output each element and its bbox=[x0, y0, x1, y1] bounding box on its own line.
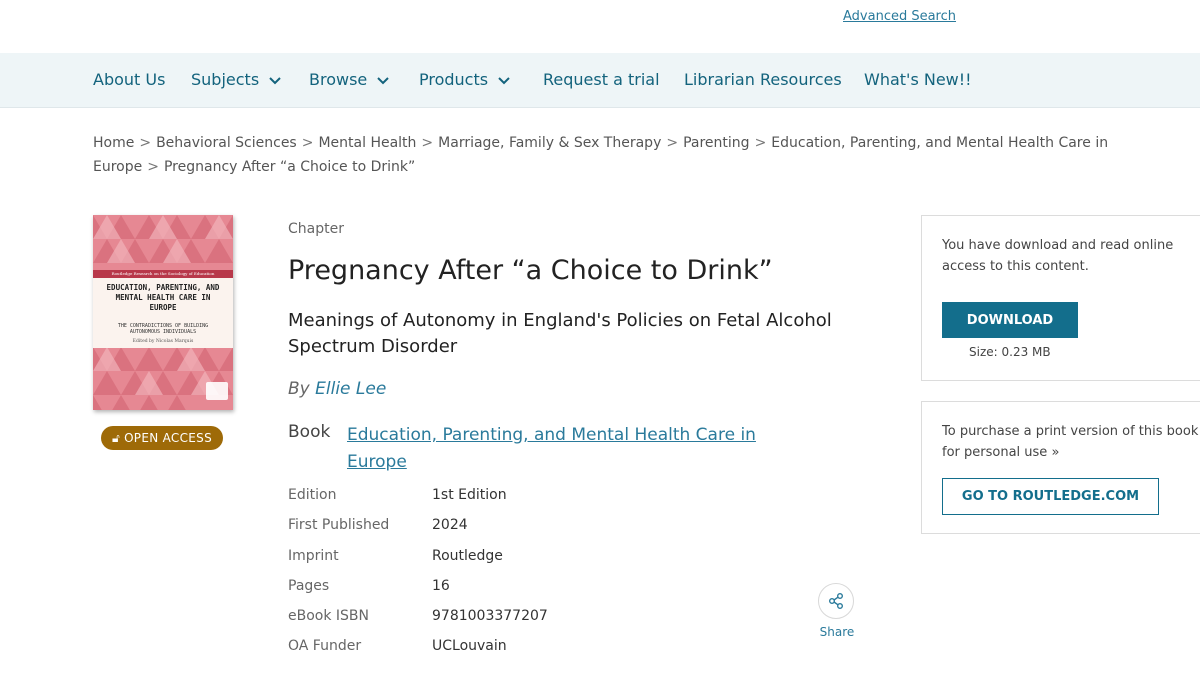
share-control: Share bbox=[818, 583, 856, 639]
metadata-row: Imprint Routledge bbox=[288, 548, 548, 578]
nav-whats-new[interactable]: What's New!! bbox=[864, 70, 972, 89]
by-prefix: By bbox=[288, 379, 310, 399]
metadata-key: OA Funder bbox=[288, 638, 362, 655]
metadata-row: First Published 2024 bbox=[288, 517, 548, 547]
metadata-row: eBook ISBN 9781003377207 bbox=[288, 608, 548, 638]
purchase-message: To purchase a print version of this book… bbox=[942, 421, 1200, 463]
metadata-row: Edition 1st Edition bbox=[288, 487, 548, 517]
metadata-value: 9781003377207 bbox=[432, 608, 548, 625]
main-nav: About Us Subjects Browse Products Reques… bbox=[0, 53, 1200, 108]
nav-label: What's New!! bbox=[864, 70, 972, 89]
nav-label: Librarian Resources bbox=[684, 70, 842, 89]
access-message: You have download and read online access… bbox=[942, 238, 1174, 274]
nav-label: Products bbox=[419, 70, 489, 89]
open-access-label: OPEN ACCESS bbox=[124, 431, 212, 445]
book-label: Book bbox=[288, 422, 331, 442]
metadata-key: Edition bbox=[288, 487, 337, 503]
metadata-key: First Published bbox=[288, 517, 390, 534]
share-icon bbox=[829, 593, 843, 609]
purchase-text: To purchase a print version of this book… bbox=[942, 424, 1199, 460]
byline: By Ellie Lee bbox=[288, 379, 386, 399]
book-title-link[interactable]: Education, Parenting, and Mental Health … bbox=[347, 422, 787, 476]
metadata-value: 16 bbox=[432, 577, 450, 594]
cover-subtitle: THE CONTRADICTIONS OF BUILDING AUTONOMOU… bbox=[117, 323, 209, 335]
metadata-value: Routledge bbox=[432, 547, 503, 564]
download-panel: You have download and read online access… bbox=[921, 215, 1200, 381]
metadata-table: Edition 1st Edition First Published 2024 I… bbox=[288, 487, 548, 669]
chevron-down-icon bbox=[269, 76, 281, 84]
double-chevron-right-icon[interactable]: » bbox=[1051, 445, 1059, 460]
breadcrumb-parenting[interactable]: Parenting bbox=[683, 135, 749, 151]
share-button[interactable] bbox=[818, 583, 854, 619]
cover-editor: Edited by Nicolas Marquis bbox=[132, 339, 194, 344]
nav-subjects[interactable]: Subjects bbox=[191, 70, 282, 89]
breadcrumb-current: Pregnancy After “a Choice to Drink” bbox=[163, 159, 416, 175]
open-lock-icon: 🔓︎ bbox=[111, 430, 121, 445]
nav-label: Browse bbox=[309, 70, 368, 89]
nav-librarian-resources[interactable]: Librarian Resources bbox=[684, 70, 842, 89]
breadcrumb-marriage-family[interactable]: Marriage, Family & Sex Therapy bbox=[438, 135, 661, 151]
breadcrumb-separator: > bbox=[147, 159, 159, 175]
metadata-row: Pages 16 bbox=[288, 578, 548, 608]
breadcrumb-behavioral-sciences[interactable]: Behavioral Sciences bbox=[156, 135, 297, 151]
metadata-value: 2024 bbox=[432, 517, 468, 534]
chevron-down-icon bbox=[498, 76, 510, 84]
download-button[interactable]: DOWNLOAD bbox=[942, 302, 1078, 338]
chevron-down-icon bbox=[377, 76, 389, 84]
metadata-value: 1st Edition bbox=[432, 487, 507, 503]
advanced-search-link[interactable]: Advanced Search bbox=[843, 9, 956, 24]
breadcrumb-mental-health[interactable]: Mental Health bbox=[318, 135, 416, 151]
nav-request-trial[interactable]: Request a trial bbox=[543, 70, 660, 89]
breadcrumb-separator: > bbox=[301, 135, 314, 151]
metadata-key: eBook ISBN bbox=[288, 608, 369, 625]
author-link[interactable]: Ellie Lee bbox=[315, 379, 386, 399]
cover-title: EDUCATION, PARENTING, AND MENTAL HEALTH … bbox=[106, 283, 220, 312]
breadcrumb-separator: > bbox=[666, 135, 679, 151]
breadcrumb-separator: > bbox=[421, 135, 434, 151]
go-to-routledge-button[interactable]: GO TO ROUTLEDGE.COM bbox=[942, 478, 1159, 515]
metadata-row: OA Funder UCLouvain bbox=[288, 638, 548, 668]
open-access-badge: 🔓︎ OPEN ACCESS bbox=[101, 426, 223, 450]
nav-about-us[interactable]: About Us bbox=[93, 70, 165, 89]
share-label: Share bbox=[819, 625, 855, 639]
nav-browse[interactable]: Browse bbox=[309, 70, 390, 89]
file-size: Size: 0.23 MB bbox=[969, 345, 1051, 359]
metadata-value: UCLouvain bbox=[432, 638, 507, 655]
breadcrumb: Home > Behavioral Sciences > Mental Health > M… bbox=[93, 131, 1200, 179]
nav-label: Request a trial bbox=[543, 70, 660, 89]
purchase-panel: To purchase a print version of this book… bbox=[921, 401, 1200, 534]
page-title: Pregnancy After “a Choice to Drink” bbox=[288, 255, 773, 286]
nav-products[interactable]: Products bbox=[419, 70, 511, 89]
breadcrumb-separator: > bbox=[754, 135, 767, 151]
book-cover[interactable]: Routledge Research on the Sociology of E… bbox=[93, 215, 233, 410]
nav-label: Subjects bbox=[191, 70, 260, 89]
breadcrumb-separator: > bbox=[139, 135, 152, 151]
nav-label: About Us bbox=[93, 70, 166, 89]
metadata-key: Imprint bbox=[288, 547, 339, 564]
content-type-label: Chapter bbox=[288, 221, 344, 237]
top-bar: Advanced Search bbox=[0, 0, 1200, 53]
breadcrumb-home[interactable]: Home bbox=[93, 135, 134, 151]
chapter-subtitle: Meanings of Autonomy in England's Polici… bbox=[288, 310, 832, 357]
cover-series: Routledge Research on the Sociology of E… bbox=[111, 271, 215, 276]
metadata-key: Pages bbox=[288, 577, 330, 594]
